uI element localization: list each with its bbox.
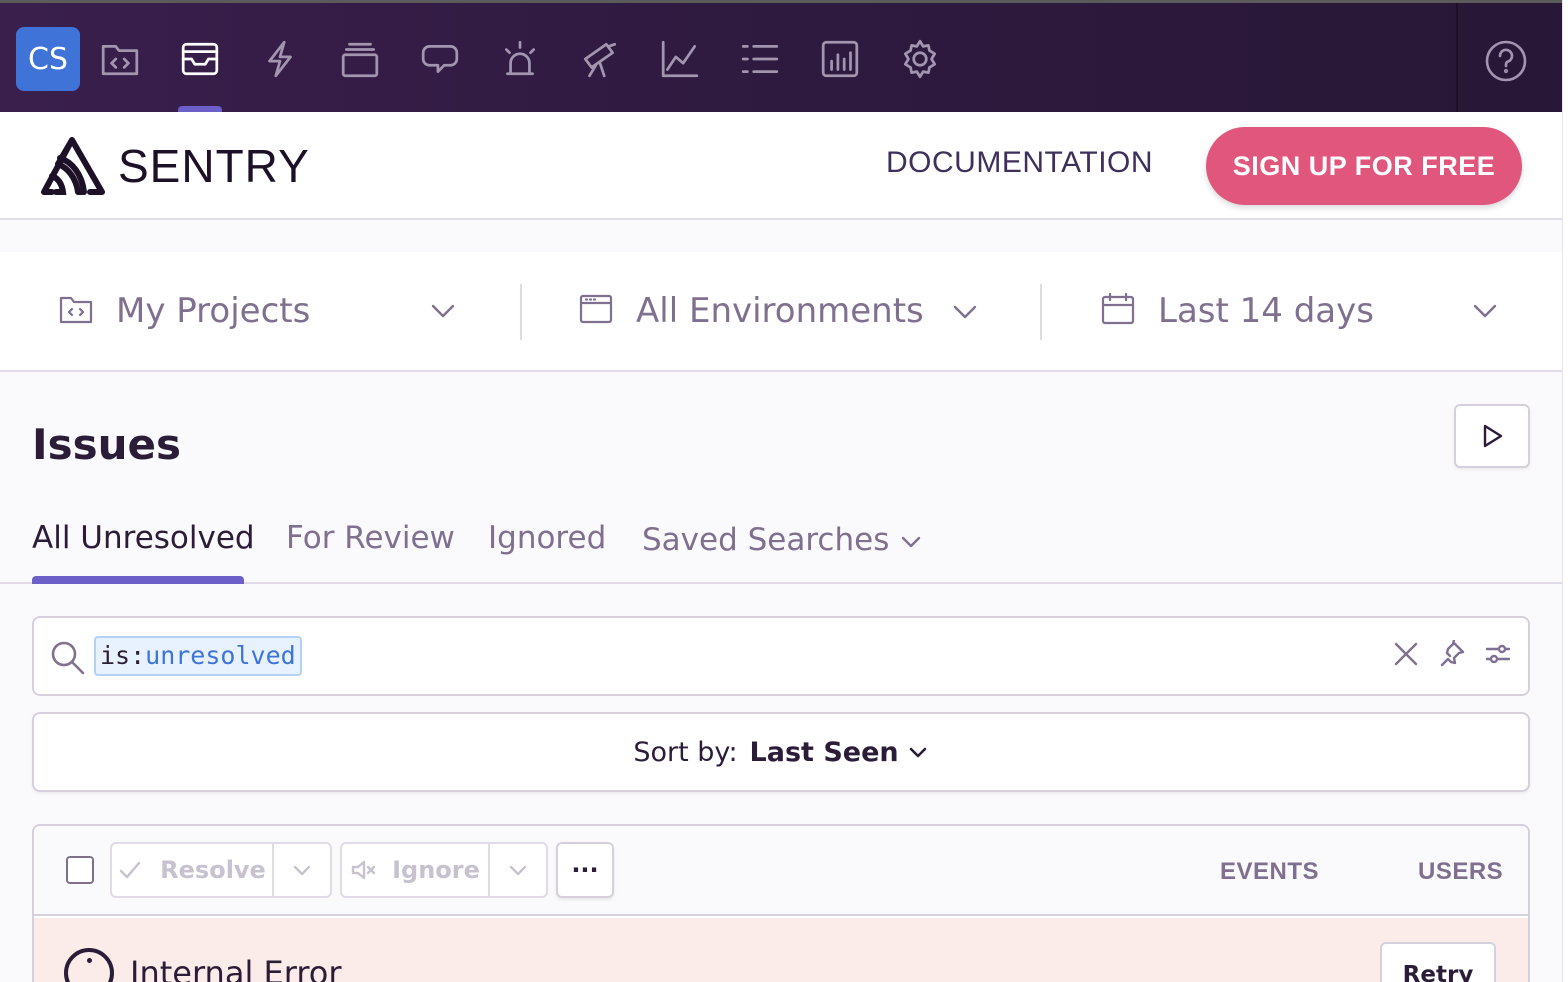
tab-ignored[interactable]: Ignored (488, 520, 606, 556)
chevron-down-icon (293, 865, 311, 876)
date-range-selector[interactable]: Last 14 days (1100, 252, 1510, 370)
error-alert: Internal Error Retry (34, 918, 1528, 982)
sentry-logo-icon (41, 137, 105, 195)
ignore-dropdown-button[interactable] (488, 842, 548, 898)
select-all-checkbox[interactable] (66, 856, 94, 884)
tab-all-unresolved[interactable]: All Unresolved (32, 520, 255, 556)
environment-selector-label: All Environments (636, 291, 924, 331)
project-selector[interactable]: My Projects (58, 252, 462, 370)
checkmark-icon (119, 861, 141, 879)
chevron-down-icon (899, 522, 923, 558)
chevron-down-icon (428, 296, 458, 330)
activity-icon[interactable] (738, 37, 782, 81)
nav-divider (1456, 3, 1458, 115)
resolve-label: Resolve (160, 856, 266, 884)
retry-button[interactable]: Retry (1380, 942, 1496, 982)
stats-icon[interactable] (818, 37, 862, 81)
sort-value: Last Seen (749, 736, 899, 768)
clear-search-icon[interactable] (1392, 640, 1420, 672)
search-token-value: unresolved (145, 641, 296, 670)
documentation-link[interactable]: DOCUMENTATION (886, 146, 1153, 180)
saved-searches-label: Saved Searches (642, 522, 890, 558)
issue-list-panel: Resolve Ignore ··· EVENTS USERS Internal… (32, 824, 1530, 982)
dashboards-icon[interactable] (658, 37, 702, 81)
sign-up-button[interactable]: SIGN UP FOR FREE (1206, 127, 1522, 205)
search-token-key: is: (100, 641, 146, 670)
search-options-icon[interactable] (1484, 640, 1512, 672)
calendar-icon (1100, 291, 1136, 331)
realtime-play-button[interactable] (1454, 404, 1530, 468)
sentry-logo[interactable]: SENTRY (38, 136, 310, 196)
tab-for-review[interactable]: For Review (286, 520, 455, 556)
projects-icon[interactable] (98, 37, 142, 81)
window-edge (1562, 0, 1568, 982)
date-range-label: Last 14 days (1158, 291, 1374, 331)
users-column-header: USERS (1418, 858, 1504, 885)
folder-code-icon (58, 291, 94, 331)
chevron-down-icon (950, 297, 980, 331)
header-spacer (0, 220, 1562, 252)
search-actions (1392, 638, 1512, 672)
sort-selector[interactable]: Sort by: Last Seen (32, 712, 1530, 792)
info-icon (64, 948, 114, 982)
issue-search-input[interactable]: is:unresolved (32, 616, 1530, 696)
issue-list-actions: Resolve Ignore ··· EVENTS USERS (34, 826, 1528, 916)
resolve-button[interactable]: Resolve (110, 842, 274, 898)
logo-wordmark: SENTRY (118, 140, 310, 192)
search-icon (48, 638, 86, 680)
mute-icon (351, 860, 376, 880)
tab-saved-searches[interactable]: Saved Searches (642, 522, 923, 558)
page-title: Issues (32, 420, 182, 469)
user-feedback-icon[interactable] (418, 37, 462, 81)
chevron-down-icon (909, 747, 926, 758)
site-header: SENTRY DOCUMENTATION SIGN UP FOR FREE (0, 112, 1562, 220)
ignore-button[interactable]: Ignore (340, 842, 490, 898)
help-icon[interactable] (1484, 39, 1528, 83)
window-icon (578, 291, 614, 331)
ignore-label: Ignore (392, 856, 480, 884)
search-token[interactable]: is:unresolved (94, 636, 302, 676)
alerts-icon[interactable] (498, 37, 542, 81)
events-column-header: EVENTS (1220, 858, 1320, 885)
discover-icon[interactable] (578, 37, 622, 81)
pin-search-icon[interactable] (1438, 638, 1466, 672)
global-filter-bar: My Projects All Environments Last 14 day… (0, 252, 1562, 372)
performance-icon[interactable] (258, 37, 302, 81)
top-navigation-bar: CS (0, 0, 1568, 115)
play-icon (1483, 424, 1503, 448)
error-message: Internal Error (130, 954, 342, 982)
active-tab-underline (32, 576, 244, 584)
environment-selector[interactable]: All Environments (578, 252, 982, 370)
project-selector-label: My Projects (116, 291, 311, 331)
filter-divider (520, 284, 522, 340)
chevron-down-icon (509, 865, 527, 876)
issue-tabs: All Unresolved For Review Ignored Saved … (0, 500, 1562, 584)
sort-label: Sort by: (633, 736, 738, 768)
ellipsis-icon: ··· (571, 856, 599, 884)
issues-icon[interactable] (178, 37, 222, 81)
org-avatar[interactable]: CS (16, 27, 80, 91)
more-actions-button[interactable]: ··· (556, 842, 614, 898)
filter-divider (1040, 284, 1042, 340)
releases-icon[interactable] (338, 37, 382, 81)
resolve-dropdown-button[interactable] (272, 842, 332, 898)
chevron-down-icon (1470, 296, 1500, 330)
settings-icon[interactable] (898, 37, 942, 81)
